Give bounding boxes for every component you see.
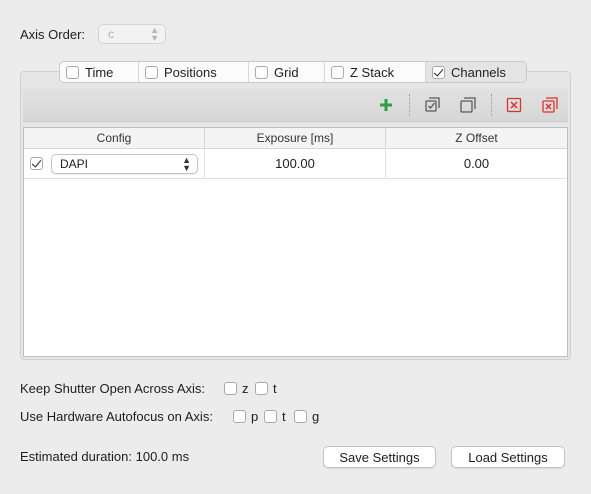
tab-grid-label: Grid: [274, 64, 299, 80]
tab-time-checkbox[interactable]: [66, 65, 79, 79]
tab-z-stack-label: Z Stack: [350, 64, 395, 80]
clear-all-icon: [542, 97, 558, 113]
column-header-exposure[interactable]: Exposure [ms]: [205, 128, 386, 148]
shutter-z-checkbox[interactable]: [224, 382, 237, 395]
toolbar-separator: [409, 94, 410, 116]
tab-bar: Time Positions Grid Z Stack Channels: [59, 61, 527, 83]
chevron-updown-icon: ▲ ▼: [182, 154, 191, 173]
tab-channels-checkbox[interactable]: [432, 65, 445, 79]
tab-channels-label: Channels: [451, 64, 506, 80]
table-header: Config Exposure [ms] Z Offset: [24, 128, 567, 149]
tab-positions[interactable]: Positions: [139, 62, 249, 82]
autofocus-g-checkbox[interactable]: [294, 410, 307, 423]
tab-positions-checkbox[interactable]: [145, 65, 158, 79]
clear-all-button[interactable]: [540, 95, 560, 115]
add-icon: [380, 99, 392, 111]
config-value: DAPI: [60, 156, 89, 171]
autofocus-option-p[interactable]: p: [233, 409, 258, 424]
autofocus-p-label: p: [251, 409, 259, 424]
add-channel-button[interactable]: [376, 95, 396, 115]
chevron-updown-icon: ▲ ▼: [150, 25, 159, 43]
table-row[interactable]: DAPI ▲ ▼ 100.00 0.00: [24, 149, 567, 179]
duplicate-icon: [460, 97, 476, 113]
axis-order-select[interactable]: c ▲ ▼: [98, 24, 166, 44]
remove-channel-button[interactable]: [504, 95, 524, 115]
column-header-config[interactable]: Config: [24, 128, 205, 148]
tab-grid-checkbox[interactable]: [255, 65, 268, 79]
shutter-z-label: z: [242, 381, 249, 396]
tab-channels[interactable]: Channels: [426, 62, 526, 82]
autofocus-t-checkbox[interactable]: [264, 410, 277, 423]
check-all-button[interactable]: [423, 95, 443, 115]
autofocus-label: Use Hardware Autofocus on Axis:: [20, 409, 213, 424]
row-enabled-checkbox[interactable]: [30, 157, 43, 170]
estimated-duration: Estimated duration: 100.0 ms: [20, 449, 190, 464]
autofocus-option-t[interactable]: t: [264, 409, 286, 424]
toolbar-separator: [491, 94, 492, 116]
tab-positions-label: Positions: [164, 64, 217, 80]
autofocus-option-g[interactable]: g: [294, 409, 319, 424]
tab-z-stack[interactable]: Z Stack: [325, 62, 426, 82]
duplicate-button[interactable]: [458, 95, 478, 115]
autofocus-t-label: t: [282, 409, 286, 424]
tab-time-label: Time: [85, 64, 114, 80]
autofocus-g-label: g: [312, 409, 320, 424]
channels-toolbar: [23, 88, 568, 122]
axis-order-value: c: [108, 27, 114, 41]
shutter-t-label: t: [273, 381, 277, 396]
tab-time[interactable]: Time: [60, 62, 139, 82]
tab-z-stack-checkbox[interactable]: [331, 65, 344, 79]
shutter-label: Keep Shutter Open Across Axis:: [20, 381, 205, 396]
save-settings-button[interactable]: Save Settings: [323, 446, 436, 468]
tab-grid[interactable]: Grid: [249, 62, 325, 82]
remove-icon: [506, 97, 522, 113]
shutter-option-z[interactable]: z: [224, 381, 249, 396]
autofocus-p-checkbox[interactable]: [233, 410, 246, 423]
shutter-option-t[interactable]: t: [255, 381, 277, 396]
check-all-icon: [425, 97, 440, 112]
channels-table: Config Exposure [ms] Z Offset DAPI ▲ ▼ 10…: [23, 127, 568, 357]
config-cell: DAPI ▲ ▼: [24, 149, 205, 178]
axis-order-label: Axis Order:: [20, 27, 86, 42]
z-offset-cell[interactable]: 0.00: [386, 149, 567, 178]
column-header-z-offset[interactable]: Z Offset: [386, 128, 567, 148]
exposure-cell[interactable]: 100.00: [205, 149, 386, 178]
shutter-t-checkbox[interactable]: [255, 382, 268, 395]
config-select[interactable]: DAPI ▲ ▼: [51, 153, 198, 174]
load-settings-button[interactable]: Load Settings: [451, 446, 565, 468]
